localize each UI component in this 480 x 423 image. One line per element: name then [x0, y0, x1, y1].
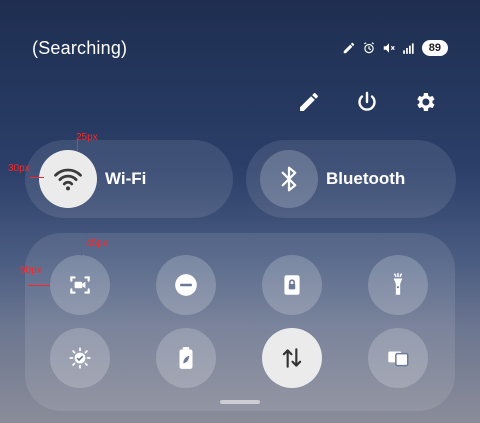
settings-button[interactable] — [410, 88, 440, 116]
mobile-data-tile[interactable] — [262, 328, 322, 388]
screen-record-tile[interactable] — [50, 255, 110, 315]
battery-saver-tile[interactable] — [156, 328, 216, 388]
network-status: (Searching) — [32, 38, 128, 58]
gear-icon — [417, 93, 435, 111]
wifi-icon — [54, 168, 82, 191]
bluetooth-label: Bluetooth — [326, 169, 406, 188]
power-button[interactable] — [352, 88, 382, 116]
quick-tiles-panel — [25, 233, 455, 411]
cast-tile[interactable] — [368, 328, 428, 388]
signal-icon — [402, 43, 414, 54]
edit-button[interactable] — [294, 88, 324, 116]
power-icon — [358, 91, 376, 111]
annotation-line — [81, 234, 82, 256]
bluetooth-toggle[interactable] — [260, 150, 318, 208]
annotation-label: 50px — [20, 265, 42, 276]
pen-icon — [343, 42, 354, 54]
battery-saver-icon — [179, 347, 193, 369]
alarm-icon — [363, 42, 374, 54]
bluetooth-icon — [281, 166, 297, 192]
annotation-label: 30px — [8, 163, 30, 174]
eye-comfort-icon — [69, 347, 91, 369]
screen-record-icon — [70, 276, 90, 294]
flashlight-tile[interactable] — [368, 255, 428, 315]
drag-handle[interactable] — [220, 400, 260, 404]
quick-actions — [294, 88, 440, 116]
lock-screen-tile[interactable] — [262, 255, 322, 315]
status-icons: 89 — [342, 40, 448, 56]
mobile-data-icon — [282, 348, 302, 368]
annotation-line — [30, 177, 44, 178]
battery-badge: 89 — [421, 40, 448, 56]
flashlight-icon — [393, 272, 403, 295]
mute-icon — [383, 43, 395, 53]
annotation-line — [28, 285, 50, 286]
lock-screen-icon — [284, 275, 300, 295]
eye-comfort-tile[interactable] — [50, 328, 110, 388]
wifi-tile[interactable]: Wi-Fi — [25, 140, 233, 218]
do-not-disturb-icon — [175, 274, 197, 296]
cast-icon — [388, 351, 409, 367]
do-not-disturb-tile[interactable] — [156, 255, 216, 315]
annotation-label: 25px — [76, 132, 98, 143]
edit-icon — [300, 93, 318, 111]
wifi-label: Wi-Fi — [105, 169, 147, 188]
annotation-label: 45px — [86, 238, 108, 249]
bluetooth-tile[interactable]: Bluetooth — [246, 140, 456, 218]
wifi-toggle[interactable] — [39, 150, 97, 208]
